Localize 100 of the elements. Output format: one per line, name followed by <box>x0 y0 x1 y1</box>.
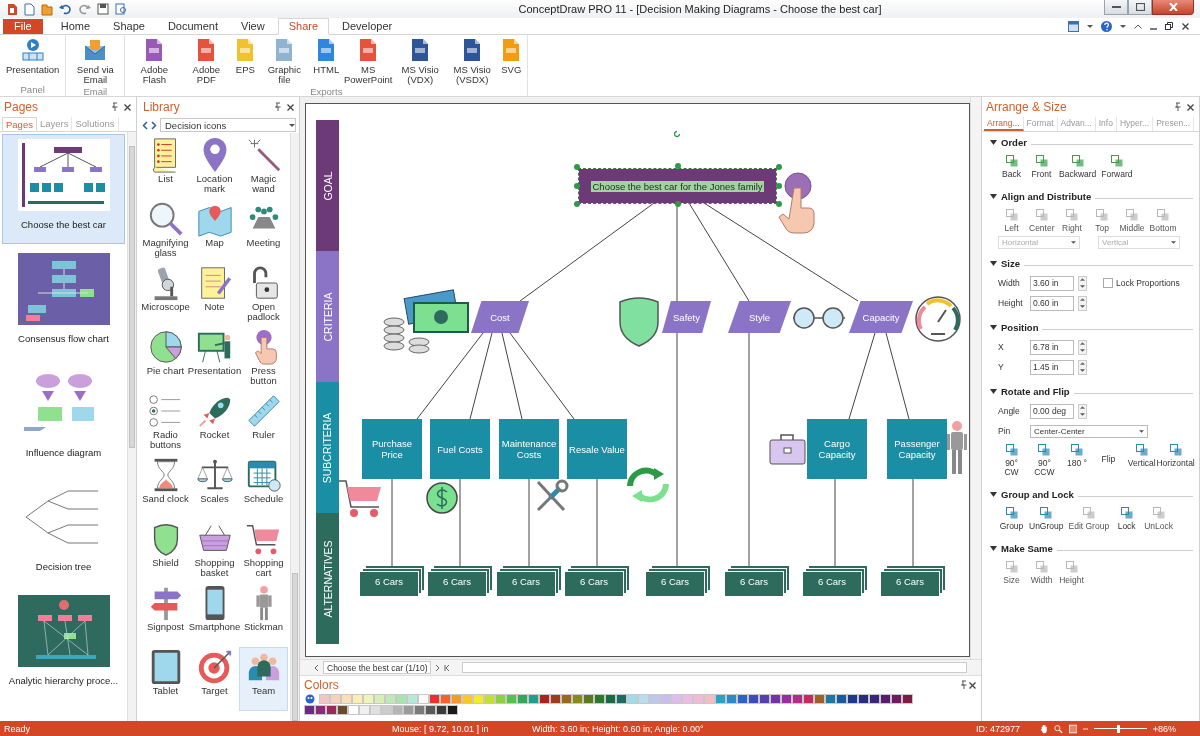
panel-button[interactable]: Forward <box>1100 154 1134 180</box>
subcriterion-node[interactable]: Resale Value <box>567 419 627 479</box>
criterion-node[interactable]: Capacity <box>849 301 913 333</box>
ribbon-button[interactable]: MS Visio (VSDX) <box>446 37 499 86</box>
library-item[interactable]: Magnifying glass <box>141 199 190 263</box>
library-item[interactable]: Team <box>239 647 288 711</box>
alternative-node[interactable]: 6 Cars <box>360 566 424 596</box>
alternative-node[interactable]: 6 Cars <box>565 566 629 596</box>
library-item[interactable]: Stickman <box>239 583 288 647</box>
library-item[interactable]: Microscope <box>141 263 190 327</box>
group-label: Exports <box>309 86 344 97</box>
subcriterion-node[interactable]: Passenger Capacity <box>887 419 947 479</box>
library-item[interactable]: Target <box>190 647 239 711</box>
subcriterion-node[interactable]: Maintenance Costs <box>499 419 559 479</box>
input-field[interactable]: 6.78 in <box>1030 339 1074 355</box>
panel-button[interactable]: Horizontal <box>1158 443 1193 478</box>
panel-button[interactable]: Front <box>1028 154 1055 180</box>
library-dropdown[interactable]: Decision icons <box>160 118 296 132</box>
panel-button[interactable]: Vertical <box>1128 443 1156 478</box>
ribbon-button[interactable]: EPS <box>232 37 259 76</box>
library-item[interactable]: Open padlock <box>239 263 288 327</box>
alternative-node[interactable]: 6 Cars <box>881 566 945 596</box>
ribbon-button[interactable]: Presentation <box>3 37 63 76</box>
dropdown[interactable]: Center-Center <box>1030 424 1148 438</box>
library-item[interactable]: Schedule <box>239 455 288 519</box>
panel-button[interactable]: Group <box>998 506 1025 532</box>
library-item[interactable]: Scales <box>190 455 239 519</box>
panel-title: Arrange & Size <box>986 100 1068 114</box>
criterion-node[interactable]: Cost <box>471 301 529 333</box>
ribbon-button[interactable]: Send via Email <box>69 37 122 86</box>
library-item[interactable]: Smartphone <box>190 583 239 647</box>
library-item[interactable]: Signpost <box>141 583 190 647</box>
lane-label: SUBCRITERIA <box>321 412 334 483</box>
library-item[interactable]: Magic wand <box>239 135 288 199</box>
panel-button[interactable]: Lock <box>1113 506 1141 532</box>
ribbon-button[interactable]: Adobe PDF <box>180 37 233 86</box>
page-item[interactable]: Analytic hierarchy proce... <box>2 590 125 700</box>
library-item[interactable]: Map <box>190 199 239 263</box>
ribbon-button[interactable]: SVG <box>498 37 525 76</box>
page-item[interactable]: Decision tree <box>2 476 125 586</box>
panel-button[interactable]: Backward <box>1058 154 1098 180</box>
panel-button[interactable]: UnGroup <box>1028 506 1065 532</box>
library-item[interactable]: Presentation <box>190 327 239 391</box>
criterion-node[interactable]: Safety <box>662 301 711 333</box>
group-label: Email <box>82 86 109 97</box>
input-field[interactable]: 1.45 in <box>1030 359 1074 375</box>
ribbon-tab[interactable]: Home <box>50 19 101 34</box>
library-item[interactable]: Location mark <box>190 135 239 199</box>
group-label: Panel <box>19 84 46 96</box>
library-item[interactable]: Radio buttons <box>141 391 190 455</box>
ribbon-tab[interactable]: Document <box>157 19 229 34</box>
library-item[interactable]: Shopping cart <box>239 519 288 583</box>
subcriterion-node[interactable]: Cargo Capacity <box>807 419 867 479</box>
alternative-node[interactable]: 6 Cars <box>725 566 789 596</box>
lane-label: CRITERIA <box>321 292 334 341</box>
window-title: ConceptDraw PRO 11 - [Decision Making Diagrams - Choose the best car] <box>517 3 883 15</box>
ribbon-button[interactable]: Adobe Flash <box>128 37 181 86</box>
library-item[interactable]: List <box>141 135 190 199</box>
ribbon-button[interactable]: MS PowerPoint <box>342 37 395 86</box>
panel-title: Library <box>143 100 181 114</box>
ribbon-button[interactable]: MS Visio (VDX) <box>394 37 447 86</box>
ribbon-tab[interactable]: Share <box>277 18 330 35</box>
section-title: Group and Lock <box>1001 488 1074 500</box>
file-menu-button[interactable]: File <box>3 19 43 34</box>
panel-tab[interactable]: Arrang... <box>984 117 1024 131</box>
input-field[interactable]: 3.60 in <box>1030 275 1074 291</box>
panel-button[interactable]: Back <box>998 154 1025 180</box>
panel-button[interactable]: 180 ° <box>1063 443 1091 478</box>
input-field[interactable]: 0.60 in <box>1030 295 1074 311</box>
library-item[interactable]: Meeting <box>239 199 288 263</box>
alternative-node[interactable]: 6 Cars <box>497 566 561 596</box>
library-item[interactable]: Rocket <box>190 391 239 455</box>
library-item[interactable]: Sand clock <box>141 455 190 519</box>
ribbon-tab[interactable]: Shape <box>103 19 155 34</box>
ribbon-button[interactable]: HTML <box>310 37 343 76</box>
page-item[interactable]: Choose the best car <box>2 134 125 244</box>
ribbon-tab[interactable]: View <box>231 19 275 34</box>
library-item[interactable]: Tablet <box>141 647 190 711</box>
subcriterion-node[interactable]: Purchase Price <box>362 419 422 479</box>
shape-id: ID: 472977 <box>976 723 1022 734</box>
goal-node[interactable]: Choose the best car for the Jones family <box>579 169 776 203</box>
panel-tab[interactable]: Pages <box>2 117 37 131</box>
library-item[interactable]: Ruler <box>239 391 288 455</box>
input-field[interactable]: 0.00 deg <box>1030 403 1074 419</box>
library-item[interactable]: Shopping basket <box>190 519 239 583</box>
panel-button[interactable]: 90° CW <box>998 443 1026 478</box>
page-dropdown[interactable]: Choose the best car (1/10) <box>323 661 431 674</box>
ribbon-button[interactable]: Graphic file <box>258 37 311 86</box>
subcriterion-node[interactable]: Fuel Costs <box>430 419 490 479</box>
alternative-node[interactable]: 6 Cars <box>646 566 710 596</box>
status-text: Ready <box>4 723 31 734</box>
page-item[interactable]: Consensus flow chart <box>2 248 125 358</box>
criterion-node[interactable]: Style <box>728 301 791 333</box>
alternative-node[interactable]: 6 Cars <box>803 566 867 596</box>
ribbon-tab[interactable]: Developer <box>332 19 403 34</box>
page-item[interactable]: Influence diagram <box>2 362 125 472</box>
panel-button[interactable]: 90° CCW <box>1028 443 1061 478</box>
library-item[interactable]: Shield <box>141 519 190 583</box>
alternative-node[interactable]: 6 Cars <box>428 566 492 596</box>
library-item[interactable]: Note <box>190 263 239 327</box>
